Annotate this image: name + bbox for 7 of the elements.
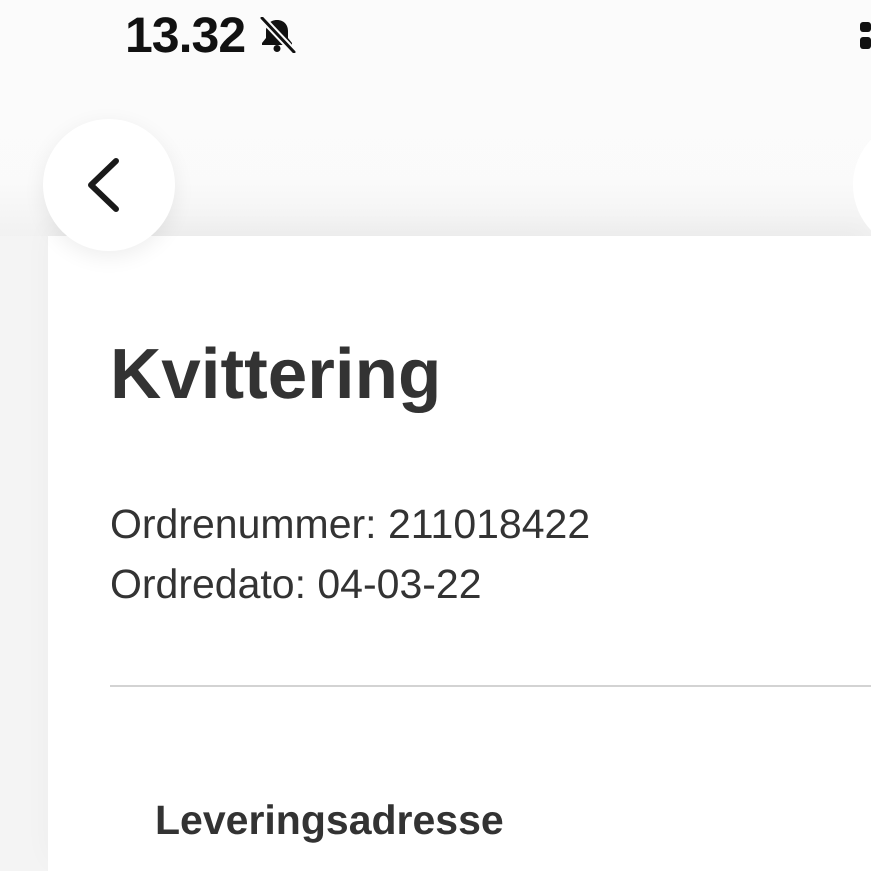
page-title: Kvittering: [110, 334, 442, 416]
dots-icon: [860, 22, 871, 48]
chevron-left-icon: [85, 156, 121, 214]
status-time: 13.32: [125, 10, 246, 60]
order-detail-text: Ordrenummer: 211018422: [110, 500, 590, 549]
order-detail-text: Ordredato: 04-03-22: [110, 560, 482, 609]
section-heading: Leveringsadresse: [155, 796, 504, 845]
